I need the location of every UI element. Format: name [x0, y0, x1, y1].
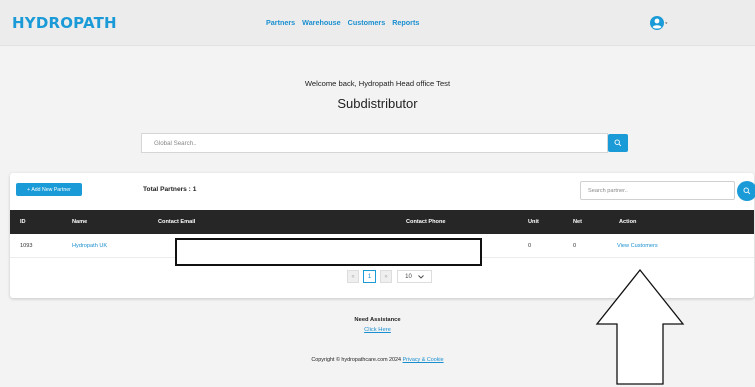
privacy-cookie-link[interactable]: Privacy & Cookie: [403, 357, 444, 363]
global-search-input[interactable]: [141, 133, 608, 153]
view-customers-link[interactable]: View Customers: [617, 243, 658, 249]
redaction-box: [175, 238, 482, 266]
chevron-down-icon: [418, 274, 424, 279]
global-search-button[interactable]: [608, 134, 628, 152]
caret-down-icon: [665, 22, 668, 24]
user-menu-button[interactable]: [649, 13, 669, 33]
main-nav: Partners Warehouse Customers Reports: [266, 18, 419, 27]
logo[interactable]: HYDROPATH: [12, 14, 117, 32]
page-size-select[interactable]: 10: [397, 270, 432, 283]
total-partners-label: Total Partners : 1: [143, 186, 197, 193]
column-header-email: Contact Email: [158, 219, 196, 225]
search-icon: [614, 139, 622, 147]
partner-search-input[interactable]: [580, 181, 735, 200]
nav-customers[interactable]: Customers: [348, 18, 386, 27]
nav-warehouse[interactable]: Warehouse: [302, 18, 340, 27]
column-header-action: Action: [619, 219, 637, 225]
partner-search-button[interactable]: [737, 181, 755, 201]
cell-name-link[interactable]: Hydropath UK: [72, 243, 107, 249]
copyright-text: Copyright © hydropathcare.com 2024: [311, 357, 402, 363]
nav-reports[interactable]: Reports: [392, 18, 419, 27]
click-here-link[interactable]: Click Here: [364, 327, 391, 333]
page-size-value: 10: [405, 273, 412, 280]
column-header-name: Name: [72, 219, 88, 225]
column-header-net: Net: [573, 219, 583, 225]
cell-id: 1093: [20, 243, 33, 249]
page-title: Subdistributor: [337, 96, 418, 111]
top-navbar: HYDROPATH Partners Warehouse Customers R…: [0, 0, 755, 46]
annotation-arrow-icon: [595, 268, 685, 385]
column-header-phone: Contact Phone: [406, 219, 446, 225]
cell-net: 0: [573, 243, 577, 249]
column-header-id: ID: [20, 219, 26, 225]
welcome-message: Welcome back, Hydropath Head office Test: [304, 79, 451, 88]
nav-partners[interactable]: Partners: [266, 18, 295, 27]
add-new-partner-button[interactable]: + Add New Partner: [16, 183, 82, 196]
pagination-prev-button[interactable]: «: [347, 270, 359, 283]
pagination-next-button[interactable]: »: [380, 270, 392, 283]
search-icon: [743, 187, 751, 195]
user-avatar-icon: [650, 16, 668, 30]
table-header: ID Name Contact Email Contact Phone Unit…: [10, 210, 754, 234]
pagination-page-1[interactable]: 1: [363, 270, 376, 283]
cell-unit: 0: [528, 243, 532, 249]
column-header-unit: Unit: [528, 219, 539, 225]
